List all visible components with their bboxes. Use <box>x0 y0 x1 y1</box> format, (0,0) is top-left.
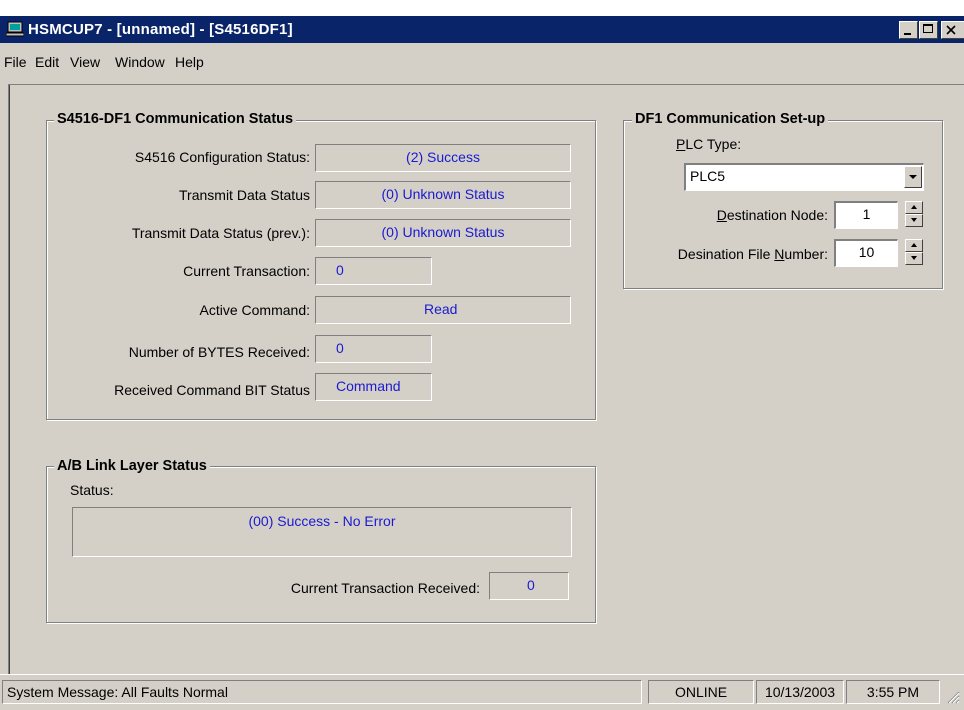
current-transaction-label: Current Transaction: <box>183 263 310 279</box>
dest-node-up[interactable] <box>905 201 923 214</box>
dest-file-label-pre: Desination File <box>677 246 775 262</box>
minimize-button[interactable] <box>899 21 918 39</box>
transmit-prev-field: (0) Unknown Status <box>315 219 571 247</box>
desktop-strip <box>0 0 964 16</box>
plc-type-value: PLC5 <box>690 168 726 184</box>
dest-file-value: 10 <box>858 244 875 260</box>
window-title: HSMCUP7 - [unnamed] - [S4516DF1] <box>28 21 293 38</box>
transaction-received-field: 0 <box>489 572 569 600</box>
status-time: 3:55 PM <box>846 680 940 704</box>
dest-node-accel: D <box>716 207 727 223</box>
chevron-down-icon <box>909 175 917 179</box>
menu-view[interactable]: View <box>70 54 100 70</box>
bytes-received-label: Number of BYTES Received: <box>128 344 310 360</box>
dest-file-accel: N <box>774 246 785 262</box>
maximize-button[interactable] <box>919 21 938 39</box>
config-status-field: (2) Success <box>315 144 571 172</box>
transmit-status-label: Transmit Data Status <box>179 187 310 203</box>
arrow-down-icon <box>911 256 917 260</box>
plc-type-label: PLC Type: <box>676 136 741 152</box>
menu-help[interactable]: Help <box>175 54 204 70</box>
link-status-value: (00) Success - No Error <box>248 513 396 529</box>
received-bit-value: Command <box>336 378 401 394</box>
received-bit-field: Command <box>315 373 432 401</box>
transaction-received-value: 0 <box>527 577 535 593</box>
transmit-status-field: (0) Unknown Status <box>315 181 571 209</box>
transmit-prev-label: Transmit Data Status (prev.): <box>131 225 310 241</box>
config-status-value: (2) Success <box>406 149 480 165</box>
link-layer-title: A/B Link Layer Status <box>54 457 210 475</box>
comm-status-title: S4516-DF1 Communication Status <box>54 110 297 128</box>
active-command-label: Active Command: <box>199 302 310 318</box>
active-command-field: Read <box>315 296 571 324</box>
menu-window[interactable]: Window <box>115 54 165 70</box>
statusbar-divider <box>0 674 964 675</box>
bytes-received-value: 0 <box>336 340 344 356</box>
close-button[interactable] <box>941 21 964 39</box>
arrow-up-icon <box>911 243 917 247</box>
menu-edit[interactable]: Edit <box>35 54 59 70</box>
active-command-value: Read <box>424 301 458 317</box>
dest-node-input[interactable]: 1 <box>834 201 898 229</box>
link-status-label: Status: <box>70 482 114 498</box>
dest-file-label-text: umber: <box>784 246 828 262</box>
dest-file-spinner[interactable] <box>905 239 923 265</box>
resize-grip-icon[interactable] <box>946 690 960 704</box>
client-border <box>8 84 964 85</box>
dropdown-button[interactable] <box>904 166 922 188</box>
dest-node-down[interactable] <box>905 214 923 227</box>
dest-file-up[interactable] <box>905 239 923 252</box>
menu-file[interactable]: File <box>4 54 27 70</box>
arrow-up-icon <box>911 205 917 209</box>
dest-file-down[interactable] <box>905 252 923 265</box>
transaction-received-label: Current Transaction Received: <box>290 580 480 596</box>
status-mode: ONLINE <box>648 680 754 704</box>
arrow-down-icon <box>911 218 917 222</box>
dest-file-input[interactable]: 10 <box>834 239 898 267</box>
status-date: 10/13/2003 <box>756 680 844 704</box>
config-status-label: S4516 Configuration Status: <box>134 149 310 165</box>
dest-node-label: Destination Node: <box>640 205 828 225</box>
dest-node-spinner[interactable] <box>905 201 923 227</box>
close-icon <box>946 25 956 35</box>
plc-type-select[interactable]: PLC5 <box>684 163 924 191</box>
transmit-status-value: (0) Unknown Status <box>381 186 505 202</box>
setup-title: DF1 Communication Set-up <box>632 110 829 128</box>
dest-file-label: Desination File Number: <box>630 244 828 264</box>
minimize-icon <box>904 33 911 35</box>
current-transaction-field: 0 <box>315 257 432 285</box>
received-bit-label: Received Command BIT Status <box>114 382 310 398</box>
plc-type-label-text: LC Type: <box>685 136 742 152</box>
bytes-received-field: 0 <box>315 335 432 363</box>
maximize-icon <box>923 24 933 33</box>
app-icon[interactable] <box>5 21 25 37</box>
link-status-field: (00) Success - No Error <box>72 507 572 557</box>
dest-node-label-text: estination Node: <box>726 207 828 223</box>
transmit-prev-value: (0) Unknown Status <box>381 224 505 240</box>
dest-node-value: 1 <box>862 206 871 222</box>
plc-type-accel: P <box>676 136 686 152</box>
client-border-left-inner <box>9 85 10 674</box>
status-message: System Message: All Faults Normal <box>2 680 642 704</box>
current-transaction-value: 0 <box>336 262 344 278</box>
